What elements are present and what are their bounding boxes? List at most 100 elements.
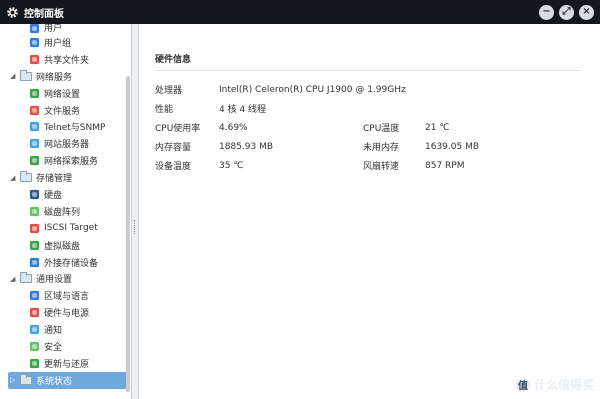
sidebar-item-label: 用户组: [44, 38, 72, 49]
sidebar-item-10[interactable]: 硬盘: [0, 186, 131, 203]
expand-arrow-icon[interactable]: ◢: [10, 174, 18, 182]
sidebar-item-label: 存储管理: [36, 174, 73, 185]
sidebar-item-label: 更新与还原: [44, 359, 90, 370]
sidebar-list: 用户 用户组 共享文件夹 ◢ 网络服务 网络设置 文件服务 Telnet与SNMP 网站服务器网…: [0, 24, 131, 389]
info-label: 性能: [155, 105, 174, 115]
info-value: 35 ℃: [219, 160, 244, 171]
maximize-button[interactable]: ⤢: [559, 4, 574, 20]
sidebar-item-14[interactable]: 外接存储设备: [0, 254, 131, 271]
sidebar-item-6[interactable]: Telnet与SNMP: [0, 118, 131, 135]
sidebar-item-0[interactable]: 用户: [0, 24, 131, 34]
sidebar-group-3[interactable]: ◢ 网络服务: [0, 68, 131, 85]
network-discovery-icon: [28, 155, 40, 167]
watermark-badge: 值: [515, 377, 530, 392]
sidebar-item-1[interactable]: 用户组: [0, 34, 131, 51]
web-server-icon: [28, 138, 40, 150]
sidebar-item-label: 硬盘: [44, 190, 63, 201]
virtual-disk-icon: [28, 239, 40, 251]
info-value: 1639.05 MB: [425, 141, 480, 152]
sidebar-item-11[interactable]: 磁盘阵列: [0, 203, 131, 220]
sidebar-item-label: 用户: [44, 24, 63, 34]
raid-icon: [28, 205, 40, 217]
sidebar-item-20[interactable]: 更新与还原: [0, 355, 131, 372]
sidebar-item-7[interactable]: 网站服务器: [0, 135, 131, 152]
sidebar-item-5[interactable]: 文件服务: [0, 102, 131, 119]
folder-shape: [20, 69, 32, 81]
splitter-grip: [134, 220, 136, 234]
sidebar: 用户 用户组 共享文件夹 ◢ 网络服务 网络设置 文件服务 Telnet与SNMP 网站服务器网…: [0, 24, 132, 399]
external-storage-icon: [28, 256, 40, 268]
notification-icon: [28, 324, 40, 336]
security-icon: [28, 340, 40, 352]
sidebar-item-label: 系统状态: [36, 376, 73, 387]
sidebar-item-2[interactable]: 共享文件夹: [0, 51, 131, 68]
globe-icon: [28, 87, 40, 99]
watermark: 值 什么值得买: [515, 376, 594, 393]
expand-arrow-icon[interactable]: ▷: [10, 376, 18, 384]
sidebar-item-label: 外接存储设备: [44, 258, 99, 269]
sidebar-item-4[interactable]: 网络设置: [0, 85, 131, 102]
folder-icon: [20, 69, 32, 82]
sidebar-item-16[interactable]: 区域与语言: [0, 287, 131, 304]
watermark-text: 什么值得买: [533, 378, 594, 392]
info-value: Intel(R) Celeron(R) CPU J1900 @ 1.99GHz: [219, 84, 406, 95]
info-value: 857 RPM: [425, 160, 465, 171]
window-body: 用户 用户组 共享文件夹 ◢ 网络服务 网络设置 文件服务 Telnet与SNMP 网站服务器网…: [0, 24, 600, 399]
sidebar-item-label: 区域与语言: [44, 292, 90, 303]
info-value: 4 核 4 线程: [219, 105, 267, 115]
sidebar-item-label: 安全: [44, 342, 63, 353]
splitter-handle[interactable]: [132, 24, 139, 399]
folder-shape: [20, 272, 32, 284]
disk-icon: [28, 188, 40, 200]
folder-icon: [20, 171, 32, 184]
info-label: 内存容量: [155, 143, 192, 153]
sidebar-item-19[interactable]: 安全: [0, 338, 131, 355]
expand-arrow-icon[interactable]: ◢: [10, 275, 18, 283]
sidebar-item-label: 网站服务器: [44, 140, 90, 151]
info-label: CPU温度: [363, 124, 400, 134]
minimize-button[interactable]: −: [539, 4, 554, 20]
sidebar-item-8[interactable]: 网络探索服务: [0, 152, 131, 169]
section-title: 硬件信息: [155, 52, 581, 71]
info-row: 处理器 Intel(R) Celeron(R) CPU J1900 @ 1.99…: [155, 80, 600, 99]
users-icon: [28, 24, 40, 34]
folder-icon: [20, 373, 32, 386]
hardware-info-grid: 处理器 Intel(R) Celeron(R) CPU J1900 @ 1.99…: [155, 80, 600, 175]
sidebar-item-label: 网络设置: [44, 89, 81, 100]
info-label: 未用内存: [363, 143, 400, 153]
window-title: 控制面板: [24, 8, 64, 20]
sidebar-item-label: 通知: [44, 326, 63, 337]
expand-arrow-icon[interactable]: ◢: [10, 72, 18, 80]
sidebar-item-18[interactable]: 通知: [0, 321, 131, 338]
hardware-power-icon: [28, 307, 40, 319]
sidebar-item-12[interactable]: ISCSI Target: [0, 220, 131, 237]
sidebar-group-21[interactable]: ▷ 系统状态: [8, 371, 127, 389]
sidebar-item-label: 硬件与电源: [44, 309, 90, 320]
info-label: CPU使用率: [155, 124, 201, 134]
close-button[interactable]: ×: [579, 4, 594, 20]
info-label: 风扇转速: [363, 162, 400, 172]
folder-shape: [20, 373, 32, 385]
iscsi-icon: [28, 222, 40, 234]
sidebar-item-label: ISCSI Target: [44, 223, 98, 234]
sidebar-item-label: 通用设置: [36, 275, 73, 286]
sidebar-item-13[interactable]: 虚拟磁盘: [0, 237, 131, 254]
info-label: 处理器: [155, 86, 183, 96]
sidebar-item-label: 文件服务: [44, 106, 81, 117]
shared-folder-icon: [28, 53, 40, 65]
info-value: 21 ℃: [425, 122, 450, 133]
sidebar-group-9[interactable]: ◢ 存储管理: [0, 169, 131, 186]
sidebar-item-label: 网络探索服务: [44, 157, 99, 168]
file-service-icon: [28, 104, 40, 116]
info-value: 1885.93 MB: [219, 141, 274, 152]
title-bar[interactable]: 控制面板 − ⤢ ×: [0, 0, 600, 24]
update-restore-icon: [28, 357, 40, 369]
sidebar-item-label: 网络服务: [36, 72, 73, 83]
info-row: 设备温度 35 ℃ 风扇转速 857 RPM: [155, 156, 600, 175]
sidebar-item-17[interactable]: 硬件与电源: [0, 304, 131, 321]
info-row: CPU使用率 4.69% CPU温度 21 ℃: [155, 118, 600, 137]
sidebar-group-15[interactable]: ◢ 通用设置: [0, 270, 131, 287]
sidebar-item-label: 虚拟磁盘: [44, 241, 81, 252]
sidebar-scrollbar[interactable]: [126, 76, 130, 392]
user-group-icon: [28, 36, 40, 48]
